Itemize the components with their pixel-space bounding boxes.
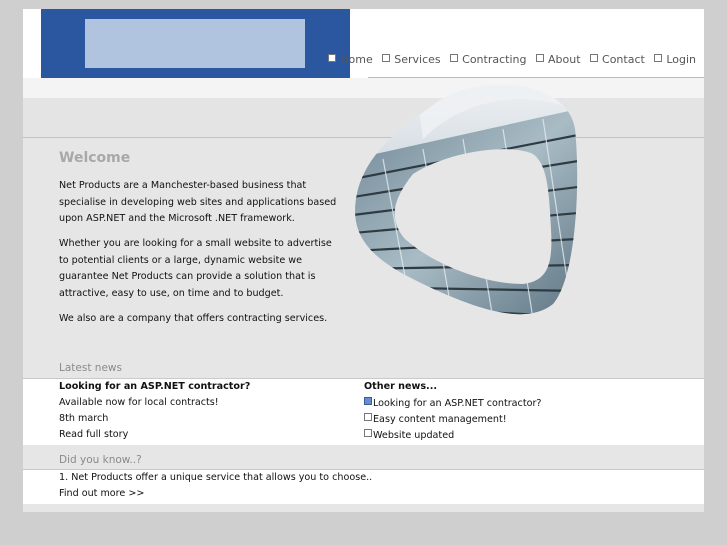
nav-home[interactable]: Home — [328, 53, 373, 66]
other-news-label: Looking for an ASP.NET contractor? — [373, 398, 542, 409]
nav-label: Contracting — [462, 53, 527, 66]
square-bullet-icon — [382, 54, 391, 62]
intro-paragraph: Net Products are a Manchester-based busi… — [59, 180, 337, 224]
nav-label: Services — [394, 53, 441, 66]
did-you-know-section: 1. Net Products offer a unique service t… — [23, 469, 704, 504]
nav-about[interactable]: About — [535, 53, 581, 66]
page-container: Home Services Contracting About Contact … — [23, 9, 704, 512]
nav-label: About — [547, 53, 581, 66]
nav-services[interactable]: Services — [382, 53, 441, 66]
other-news-heading: Other news... — [364, 381, 437, 392]
square-bullet-icon — [364, 397, 372, 405]
intro-paragraph: Whether you are looking for a small webs… — [59, 238, 332, 299]
news-section: Looking for an ASP.NET contractor? Avail… — [23, 378, 704, 445]
other-news-label: Easy content management! — [373, 414, 507, 425]
nav-label: Contact — [602, 53, 645, 66]
find-out-more-link[interactable]: Find out more >> — [59, 488, 144, 499]
other-news-item[interactable]: Website updated — [364, 429, 454, 441]
header: Home Services Contracting About Contact … — [23, 9, 704, 78]
other-news-label: Website updated — [373, 430, 455, 441]
news-date: 8th march — [59, 413, 109, 424]
logo-panel — [85, 19, 305, 68]
nav-contracting[interactable]: Contracting — [450, 53, 526, 66]
read-full-story-link[interactable]: Read full story — [59, 429, 128, 440]
square-bullet-icon — [654, 54, 663, 62]
did-you-know-text: 1. Net Products offer a unique service t… — [59, 472, 373, 483]
did-you-know-heading: Did you know..? — [59, 454, 142, 466]
intro-paragraph: We also are a company that offers contra… — [59, 313, 328, 324]
nav-contact[interactable]: Contact — [590, 53, 645, 66]
square-bullet-icon — [364, 413, 372, 421]
news-summary: Available now for local contracts! — [59, 397, 219, 408]
square-bullet-icon — [328, 54, 337, 62]
news-headline: Looking for an ASP.NET contractor? — [59, 381, 251, 392]
building-photo — [355, 84, 578, 315]
nav-label: Login — [666, 53, 696, 66]
nav-login[interactable]: Login — [654, 53, 696, 66]
square-bullet-icon — [450, 54, 459, 62]
other-news-item[interactable]: Looking for an ASP.NET contractor? — [364, 397, 542, 409]
square-bullet-icon — [364, 429, 372, 437]
logo[interactable] — [41, 9, 350, 78]
welcome-heading: Welcome — [59, 150, 131, 166]
square-bullet-icon — [535, 54, 544, 62]
main-nav: Home Services Contracting About Contact … — [322, 53, 696, 66]
square-bullet-icon — [590, 54, 599, 62]
latest-news-heading: Latest news — [59, 362, 122, 374]
other-news-item[interactable]: Easy content management! — [364, 413, 507, 425]
nav-label: Home — [340, 53, 373, 66]
